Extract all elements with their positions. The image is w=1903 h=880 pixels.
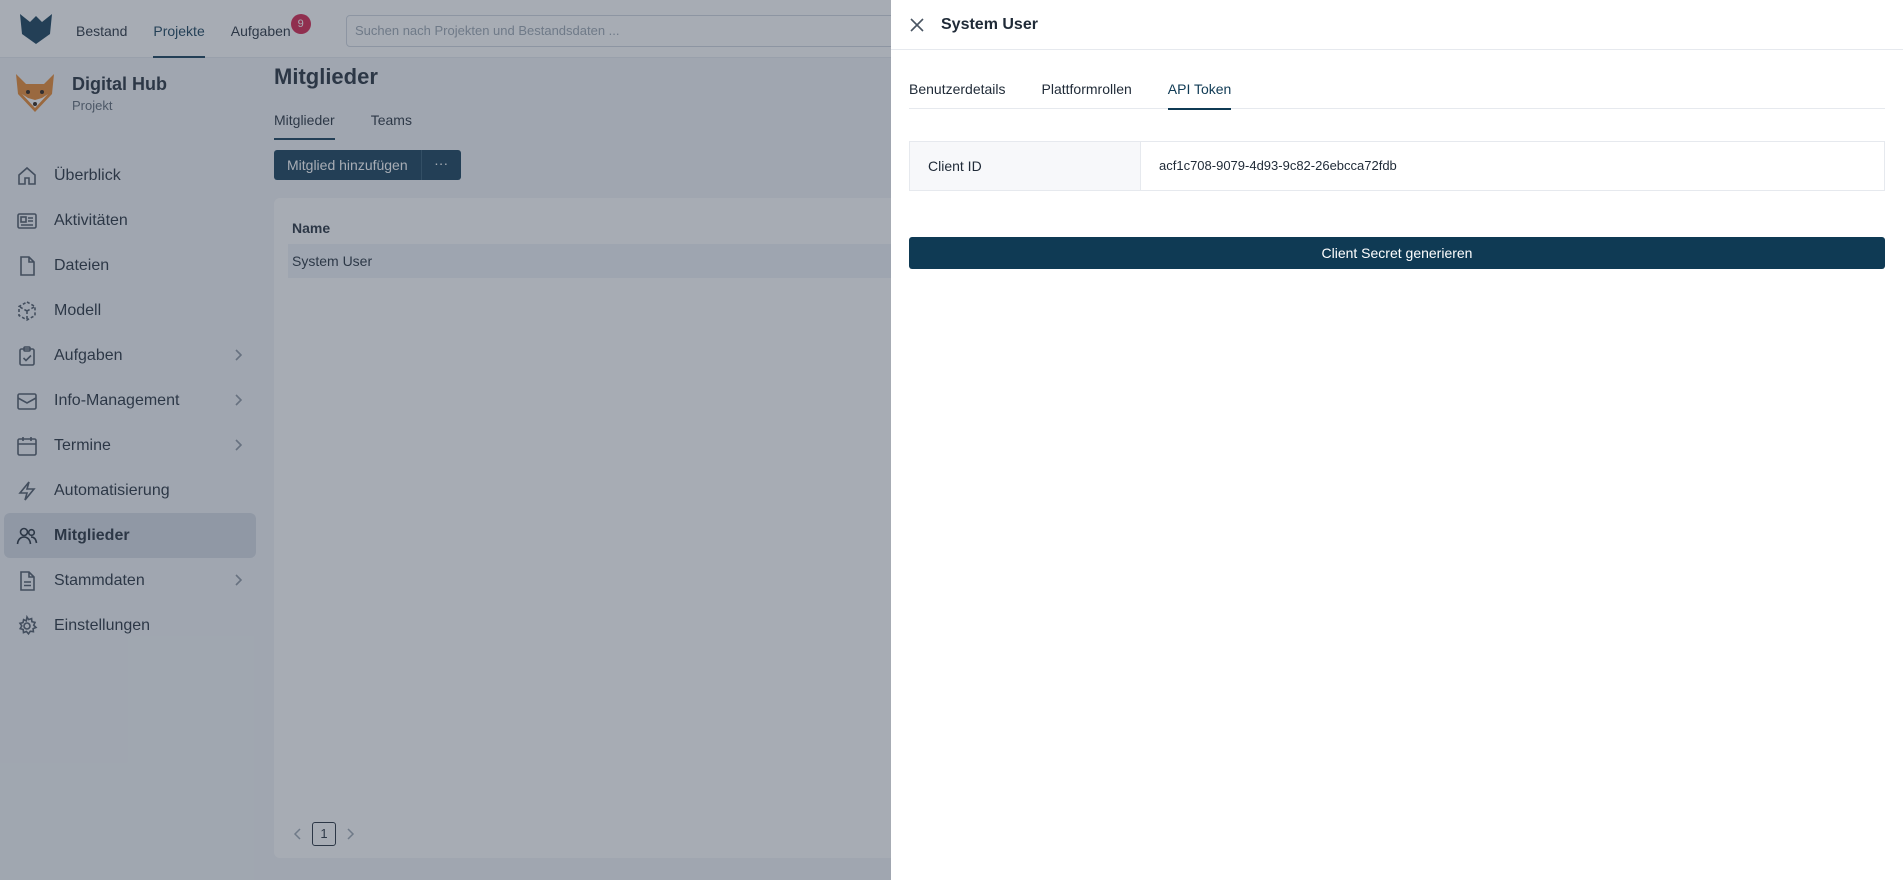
- modal-overlay[interactable]: [0, 0, 891, 880]
- generate-client-secret-button[interactable]: Client Secret generieren: [909, 237, 1885, 269]
- tab-benutzerdetails[interactable]: Benutzerdetails: [909, 78, 1006, 109]
- close-icon[interactable]: [909, 17, 925, 33]
- user-drawer: System User Benutzerdetails Plattformrol…: [891, 0, 1903, 880]
- client-id-label: Client ID: [910, 142, 1141, 190]
- tab-plattformrollen[interactable]: Plattformrollen: [1042, 78, 1132, 109]
- drawer-header: System User: [891, 0, 1903, 50]
- client-id-value: acf1c708-9079-4d93-9c82-26ebcca72fdb: [1159, 158, 1397, 173]
- drawer-title: System User: [941, 15, 1038, 33]
- drawer-tabs: Benutzerdetails Plattformrollen API Toke…: [909, 78, 1885, 110]
- client-id-row: Client ID acf1c708-9079-4d93-9c82-26ebcc…: [909, 141, 1885, 191]
- tab-api-token[interactable]: API Token: [1167, 78, 1231, 110]
